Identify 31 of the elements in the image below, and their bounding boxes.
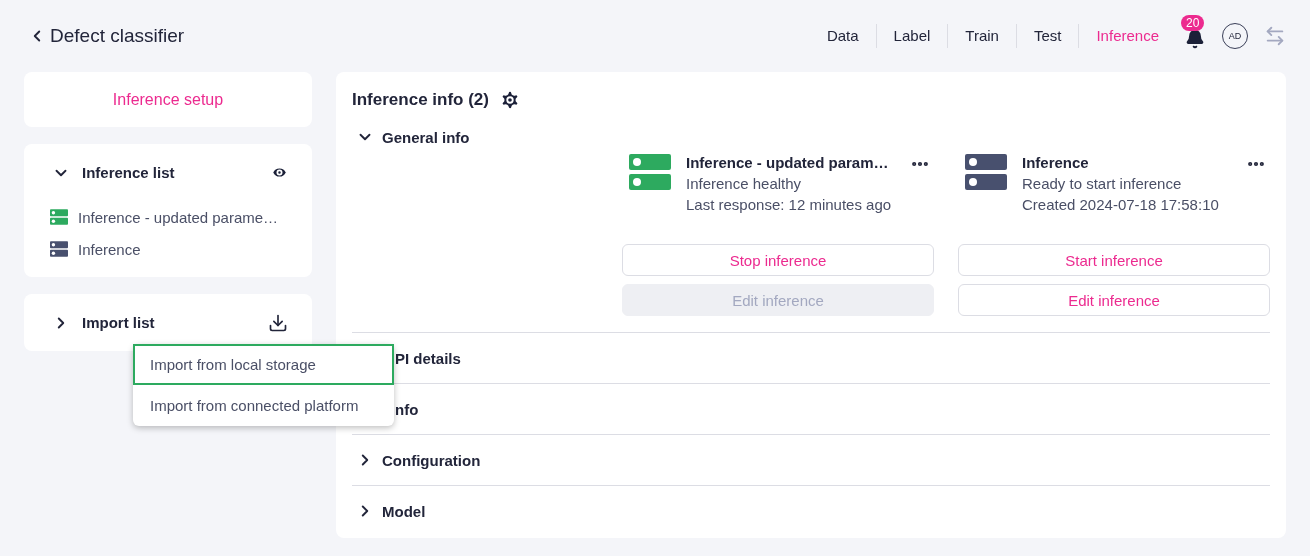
list-item[interactable]: Inference - updated parame… bbox=[24, 201, 312, 233]
download-icon[interactable] bbox=[268, 312, 288, 333]
card-title: Inference list bbox=[82, 164, 176, 181]
bell-icon[interactable] bbox=[1185, 29, 1205, 49]
panel-title: Inference info (2) bbox=[352, 90, 489, 110]
section-title: Configuration bbox=[382, 451, 481, 469]
section-title: PI details bbox=[395, 349, 461, 367]
section-title: nfo bbox=[395, 400, 419, 418]
inference-title: Inference - updated param… bbox=[686, 154, 890, 171]
section-title: General info bbox=[382, 128, 470, 146]
menu-item[interactable]: Import from local storage bbox=[133, 344, 394, 385]
nav-tab[interactable]: Test bbox=[1015, 24, 1079, 48]
status-text: Inference healthy bbox=[686, 175, 803, 192]
section-title: Model bbox=[382, 502, 426, 520]
status-text: Created 2024-07-18 17:58:10 bbox=[1022, 196, 1220, 213]
back-link[interactable]: Defect classifier bbox=[28, 25, 185, 47]
action-button[interactable]: Start inference bbox=[958, 244, 1270, 276]
action-button[interactable]: Edit inference bbox=[958, 284, 1270, 316]
setup-button[interactable]: Inference setup bbox=[24, 72, 312, 127]
nav-tab[interactable]: Label bbox=[875, 24, 948, 48]
menu-item[interactable]: Import from connected platform bbox=[133, 385, 394, 426]
nav-tab[interactable]: Train bbox=[947, 24, 1016, 48]
inference-title: Inference bbox=[1022, 154, 1090, 171]
nav-tab[interactable]: Inference bbox=[1078, 24, 1176, 48]
action-button[interactable]: Stop inference bbox=[622, 244, 934, 276]
status-text: Last response: 12 minutes ago bbox=[686, 196, 893, 213]
card-title: Import list bbox=[82, 314, 156, 331]
list-item[interactable]: Inference bbox=[24, 233, 312, 265]
notification-badge: 20 bbox=[1181, 15, 1205, 31]
status-text: Ready to start inference bbox=[1022, 175, 1183, 192]
nav-tab[interactable]: Data bbox=[809, 24, 876, 48]
